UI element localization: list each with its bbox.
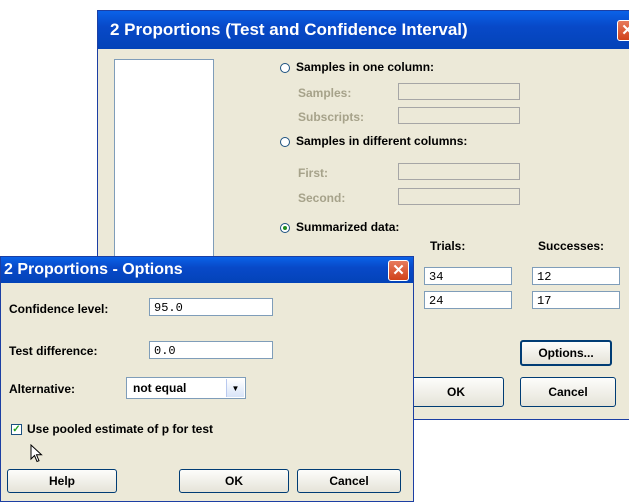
help-button[interactable]: Help [7,469,117,493]
cancel-button[interactable]: Cancel [520,377,616,407]
options-button[interactable]: Options... [520,340,612,366]
pooled-checkbox[interactable]: ✓ [11,424,22,435]
options-close-button[interactable]: ✕ [388,260,409,281]
chevron-down-icon[interactable]: ▼ [226,379,244,397]
radio-summarized-label: Summarized data: [296,220,400,234]
alternative-select-value: not equal [133,381,187,395]
alternative-label: Alternative: [9,382,76,396]
second-label: Second: [298,191,346,205]
confidence-level-field[interactable]: 95.0 [149,298,273,316]
subscripts-field[interactable] [398,107,520,124]
trials-field-1[interactable]: 34 [424,267,512,285]
successes-header: Successes: [538,239,605,253]
close-icon: ✕ [392,262,405,279]
radio-one-column-label: Samples in one column: [296,60,435,74]
mouse-pointer-icon [30,444,43,463]
options-dialog-title: 2 Proportions - Options [4,261,183,278]
options-title-bar[interactable]: 2 Proportions - Options ✕ [1,257,413,283]
successes-field-1[interactable]: 12 [532,267,620,285]
radio-summarized[interactable] [280,223,290,233]
samples-label: Samples: [298,86,352,100]
test-difference-field[interactable]: 0.0 [149,341,273,359]
first-label: First: [298,166,328,180]
close-button[interactable]: ✕ [617,20,629,41]
first-field[interactable] [398,163,520,180]
trials-field-2[interactable]: 24 [424,291,512,309]
radio-different-columns[interactable] [280,137,290,147]
test-difference-label: Test difference: [9,344,98,358]
ok-button[interactable]: OK [408,377,504,407]
subscripts-label: Subscripts: [298,110,365,124]
dialog-title: 2 Proportions (Test and Confidence Inter… [110,20,468,39]
options-cancel-button[interactable]: Cancel [297,469,401,493]
radio-one-column[interactable] [280,63,290,73]
title-bar[interactable]: 2 Proportions (Test and Confidence Inter… [98,11,629,49]
successes-field-2[interactable]: 17 [532,291,620,309]
pooled-checkbox-label: Use pooled estimate of p for test [27,422,214,436]
trials-header: Trials: [430,239,466,253]
alternative-select[interactable]: not equal ▼ [126,377,246,399]
options-dialog: 2 Proportions - Options ✕ Confidence lev… [0,256,414,502]
options-ok-button[interactable]: OK [179,469,289,493]
close-icon: ✕ [621,22,629,39]
second-field[interactable] [398,188,520,205]
confidence-level-label: Confidence level: [9,302,109,316]
samples-field[interactable] [398,83,520,100]
radio-different-columns-label: Samples in different columns: [296,134,468,148]
